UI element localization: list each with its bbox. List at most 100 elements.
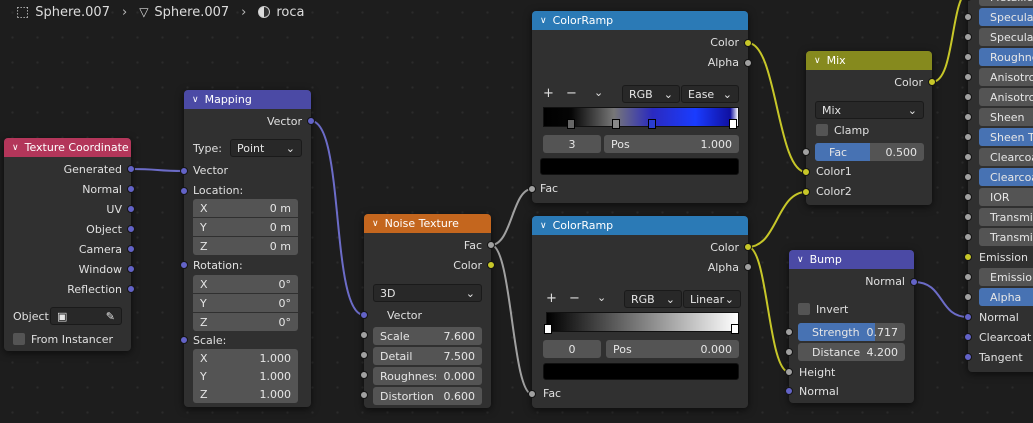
socket-bsdf-input[interactable]	[964, 293, 972, 301]
socket-normal[interactable]	[127, 185, 135, 193]
stop-position-field[interactable]: Pos 0.000	[606, 340, 739, 358]
stop-color-swatch[interactable]	[543, 363, 739, 380]
mix-node[interactable]: ∨ Mix Color Mix ⌄ Clamp Fac 0.500 Color1 C…	[806, 51, 932, 205]
blend-mode-select[interactable]: Mix ⌄	[815, 101, 924, 119]
stop-index-field[interactable]: 0	[543, 340, 601, 358]
rotation-x-field[interactable]: X 0°	[193, 275, 298, 293]
bsdf-input-clearcoat-n[interactable]: Clearcoat N	[979, 331, 1033, 344]
socket-ramp1-color[interactable]	[744, 39, 752, 47]
socket-generated[interactable]	[127, 165, 135, 173]
noise-texture-node[interactable]: ∨ Noise Texture Fac Color 3D ⌄ Vector Scal…	[364, 214, 491, 408]
color-mode-select[interactable]: RGB ⌄	[622, 85, 680, 103]
chevron-down-icon[interactable]: ⌄	[594, 86, 603, 99]
bsdf-input-sheen[interactable]: Sheen	[979, 108, 1033, 126]
collapse-icon[interactable]: ∨	[540, 16, 547, 26]
ramp-stop-handle-active[interactable]	[729, 119, 737, 129]
socket-bsdf-input[interactable]	[964, 233, 972, 241]
principled-bsdf-node[interactable]: Metallic Specular Specular Roughness Anisotr…	[968, 0, 1033, 372]
socket-bsdf-input[interactable]	[964, 53, 972, 61]
location-y-field[interactable]: Y 0 m	[193, 218, 298, 236]
node-header[interactable]: ∨ Mapping	[184, 90, 311, 109]
socket-bsdf-input[interactable]	[964, 113, 972, 121]
socket-bsdf-input[interactable]	[964, 73, 972, 81]
color-mode-select[interactable]: RGB ⌄	[624, 290, 682, 308]
socket-mix-color2[interactable]	[802, 188, 810, 196]
socket-noise-color[interactable]	[487, 261, 495, 269]
socket-bump-strength[interactable]	[785, 328, 793, 336]
location-x-field[interactable]: X 0 m	[193, 199, 298, 217]
type-select[interactable]: Point ⌄	[230, 139, 302, 157]
collapse-icon[interactable]: ∨	[372, 219, 379, 229]
bsdf-input-tangent[interactable]: Tangent	[979, 351, 1023, 364]
socket-bsdf-input[interactable]	[964, 213, 972, 221]
bsdf-input-normal[interactable]: Normal	[979, 311, 1019, 324]
ramp-stop-handle[interactable]	[731, 324, 739, 334]
collapse-icon[interactable]: ∨	[540, 221, 547, 231]
from-instancer-row[interactable]: From Instancer	[13, 330, 113, 348]
socket-noise-scale[interactable]	[360, 331, 368, 339]
socket-camera[interactable]	[127, 245, 135, 253]
stop-position-field[interactable]: Pos 1.000	[604, 135, 739, 153]
socket-ramp1-fac[interactable]	[528, 185, 536, 193]
dimension-select[interactable]: 3D ⌄	[373, 284, 482, 302]
color-ramp-gradient[interactable]	[546, 312, 739, 332]
ramp-stop-handle[interactable]	[648, 119, 656, 129]
fac-slider[interactable]: Fac 0.500	[815, 143, 924, 161]
node-header[interactable]: ∨ Mix	[806, 51, 932, 70]
bsdf-input-clearcoat[interactable]: Clearcoat	[979, 148, 1033, 166]
rotation-z-field[interactable]: Z 0°	[193, 313, 298, 331]
remove-stop-button[interactable]: −	[569, 291, 580, 306]
scale-x-field[interactable]: X 1.000	[193, 349, 298, 367]
strength-slider[interactable]: Strength 0.717	[798, 323, 905, 341]
bsdf-input-anisotropic[interactable]: Anisotropic	[979, 68, 1033, 86]
bsdf-input-sheen-tint[interactable]: Sheen Tint	[979, 128, 1033, 146]
interpolation-select[interactable]: Ease ⌄	[681, 85, 739, 103]
bsdf-input-anisotropic[interactable]: Anisotropic	[979, 88, 1033, 106]
socket-noise-detail[interactable]	[360, 351, 368, 359]
node-header[interactable]: ∨ ColorRamp	[532, 216, 748, 235]
socket-mapping-vector-out[interactable]	[307, 117, 315, 125]
clamp-row[interactable]: Clamp	[816, 121, 869, 139]
socket-ramp2-alpha[interactable]	[744, 263, 752, 271]
object-picker[interactable]: ▣ ✎	[50, 307, 122, 325]
socket-bsdf-input[interactable]	[964, 333, 972, 341]
socket-mix-fac[interactable]	[802, 148, 810, 156]
bsdf-input-specular[interactable]: Specular	[979, 28, 1033, 46]
node-header[interactable]: ∨ Texture Coordinate	[4, 138, 131, 157]
node-header[interactable]: ∨ Bump	[789, 250, 914, 269]
color-ramp-node-1[interactable]: ∨ ColorRamp Color Alpha + − ⌄ RGB ⌄ Ease ⌄ …	[532, 11, 748, 203]
socket-scale[interactable]	[180, 336, 188, 344]
socket-bsdf-input[interactable]	[964, 193, 972, 201]
collapse-icon[interactable]: ∨	[192, 95, 199, 105]
socket-bump-height[interactable]	[785, 368, 793, 376]
scale-z-field[interactable]: Z 1.000	[193, 385, 298, 403]
socket-mapping-vector-in[interactable]	[180, 167, 188, 175]
bsdf-input-emission[interactable]: Emission	[979, 251, 1028, 264]
interpolation-select[interactable]: Linear ⌄	[683, 290, 741, 308]
ramp-stop-handle-active[interactable]	[544, 324, 552, 334]
bsdf-input-specular[interactable]: Specular	[979, 8, 1033, 26]
chevron-down-icon[interactable]: ⌄	[597, 291, 606, 304]
bsdf-input-metallic[interactable]: Metallic	[979, 0, 1033, 6]
breadcrumb-material[interactable]: roca	[276, 5, 304, 20]
roughness-field[interactable]: Roughness 0.000	[373, 367, 482, 385]
bump-node[interactable]: ∨ Bump Normal Invert Strength 0.717 Dista…	[789, 250, 914, 403]
distance-field[interactable]: Distance 4.200	[798, 343, 905, 361]
remove-stop-button[interactable]: −	[566, 86, 577, 101]
socket-bsdf-input[interactable]	[964, 93, 972, 101]
socket-ramp2-fac[interactable]	[528, 390, 536, 398]
breadcrumb-object[interactable]: Sphere.007	[35, 5, 110, 20]
distortion-field[interactable]: Distortion 0.600	[373, 387, 482, 405]
socket-bsdf-input[interactable]	[964, 353, 972, 361]
eyedropper-icon[interactable]: ✎	[106, 310, 115, 323]
socket-window[interactable]	[127, 265, 135, 273]
from-instancer-checkbox[interactable]	[13, 333, 25, 345]
socket-bump-normal-in[interactable]	[785, 387, 793, 395]
socket-bsdf-input[interactable]	[964, 253, 972, 261]
socket-noise-roughness[interactable]	[360, 371, 368, 379]
color-ramp-node-2[interactable]: ∨ ColorRamp Color Alpha + − ⌄ RGB ⌄ Linear…	[532, 216, 748, 408]
scale-y-field[interactable]: Y 1.000	[193, 367, 298, 385]
socket-ramp2-color[interactable]	[744, 243, 752, 251]
stop-color-swatch[interactable]	[540, 158, 739, 175]
add-stop-button[interactable]: +	[543, 86, 554, 101]
